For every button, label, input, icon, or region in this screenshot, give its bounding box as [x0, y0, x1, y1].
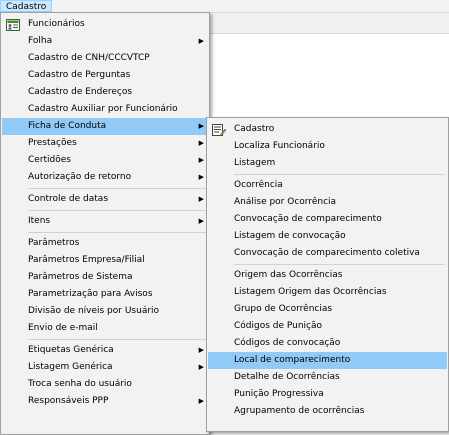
menu-item-cnh[interactable]: Cadastro de CNH/CCCVTCP — [2, 50, 208, 67]
menu-separator — [234, 174, 445, 175]
menu-separator — [28, 232, 206, 233]
menu-item-perguntas[interactable]: Cadastro de Perguntas — [2, 67, 208, 84]
background-toolbar — [210, 13, 449, 34]
menu-item-envio-email[interactable]: Envio de e-mail — [2, 320, 208, 337]
submenu-item-analise[interactable]: Análise por Ocorrência — [208, 194, 447, 211]
submenu-item-convocacao-comparecimento[interactable]: Convocação de comparecimento — [208, 211, 447, 228]
menu-item-ficha-conduta[interactable]: Ficha de Conduta ▶ — [2, 118, 208, 135]
submenu-arrow-icon: ▶ — [198, 397, 204, 405]
menu-item-parametros-sistema[interactable]: Parâmetros de Sistema — [2, 269, 208, 286]
submenu-arrow-icon: ▶ — [198, 346, 204, 354]
menu-item-listagem-generica[interactable]: Listagem Genérica ▶ — [2, 359, 208, 376]
cadastro-menu: Funcionários Folha ▶ Cadastro de CNH/CCCV… — [0, 12, 210, 435]
menu-item-controle-datas[interactable]: Controle de datas ▶ — [2, 191, 208, 208]
menubar-cadastro[interactable]: Cadastro — [0, 0, 53, 12]
menu-item-parametros[interactable]: Parâmetros — [2, 235, 208, 252]
menu-item-parametrizacao-avisos[interactable]: Parametrização para Avisos — [2, 286, 208, 303]
submenu-arrow-icon: ▶ — [198, 156, 204, 164]
menu-item-auxiliar[interactable]: Cadastro Auxiliar por Funcionário — [2, 101, 208, 118]
menu-item-certidoes[interactable]: Certidões ▶ — [2, 152, 208, 169]
menu-item-enderecos[interactable]: Cadastro de Endereços — [2, 84, 208, 101]
menu-separator — [28, 188, 206, 189]
menu-separator — [28, 210, 206, 211]
submenu-item-convocacao-coletiva[interactable]: Convocação de comparecimento coletiva — [208, 245, 447, 262]
submenu-item-punicao-progressiva[interactable]: Punição Progressiva — [208, 386, 447, 403]
submenu-item-local-comparecimento[interactable]: Local de comparecimento — [208, 352, 447, 369]
menu-item-itens[interactable]: Itens ▶ — [2, 213, 208, 230]
menu-item-prestacoes[interactable]: Prestações ▶ — [2, 135, 208, 152]
submenu-item-codigos-punicao[interactable]: Códigos de Punição — [208, 318, 447, 335]
menu-item-responsaveis-ppp[interactable]: Responsáveis PPP ▶ — [2, 393, 208, 410]
menu-item-divisao-niveis[interactable]: Divisão de níveis por Usuário — [2, 303, 208, 320]
menu-item-autorizacao[interactable]: Autorização de retorno ▶ — [2, 169, 208, 186]
submenu-item-listagem-convocacao[interactable]: Listagem de convocação — [208, 228, 447, 245]
menu-item-parametros-empresa[interactable]: Parâmetros Empresa/Filial — [2, 252, 208, 269]
submenu-arrow-icon: ▶ — [198, 363, 204, 371]
submenu-arrow-icon: ▶ — [198, 37, 204, 45]
submenu-item-localiza[interactable]: Localiza Funcionário — [208, 138, 447, 155]
menu-item-funcionarios[interactable]: Funcionários — [2, 16, 208, 33]
submenu-item-origem[interactable]: Origem das Ocorrências — [208, 267, 447, 284]
menu-item-etiquetas[interactable]: Etiquetas Genérica ▶ — [2, 342, 208, 359]
submenu-arrow-icon: ▶ — [198, 195, 204, 203]
submenu-item-listagem[interactable]: Listagem — [208, 155, 447, 172]
ficha-conduta-submenu: Cadastro Localiza Funcionário Listagem O… — [206, 117, 449, 432]
submenu-item-ocorrencia[interactable]: Ocorrência — [208, 177, 447, 194]
submenu-arrow-icon: ▶ — [198, 122, 204, 130]
submenu-arrow-icon: ▶ — [198, 139, 204, 147]
menu-separator — [234, 264, 445, 265]
submenu-arrow-icon: ▶ — [198, 173, 204, 181]
menu-item-troca-senha[interactable]: Troca senha do usuário — [2, 376, 208, 393]
submenu-item-agrupamento[interactable]: Agrupamento de ocorrências — [208, 403, 447, 420]
submenu-item-grupo[interactable]: Grupo de Ocorrências — [208, 301, 447, 318]
submenu-item-codigos-convocacao[interactable]: Códigos de convocação — [208, 335, 447, 352]
submenu-item-cadastro[interactable]: Cadastro — [208, 121, 447, 138]
menu-separator — [28, 339, 206, 340]
submenu-item-detalhe[interactable]: Detalhe de Ocorrências — [208, 369, 447, 386]
submenu-arrow-icon: ▶ — [198, 217, 204, 225]
menu-item-folha[interactable]: Folha ▶ — [2, 33, 208, 50]
submenu-item-listagem-origem[interactable]: Listagem Origem das Ocorrências — [208, 284, 447, 301]
